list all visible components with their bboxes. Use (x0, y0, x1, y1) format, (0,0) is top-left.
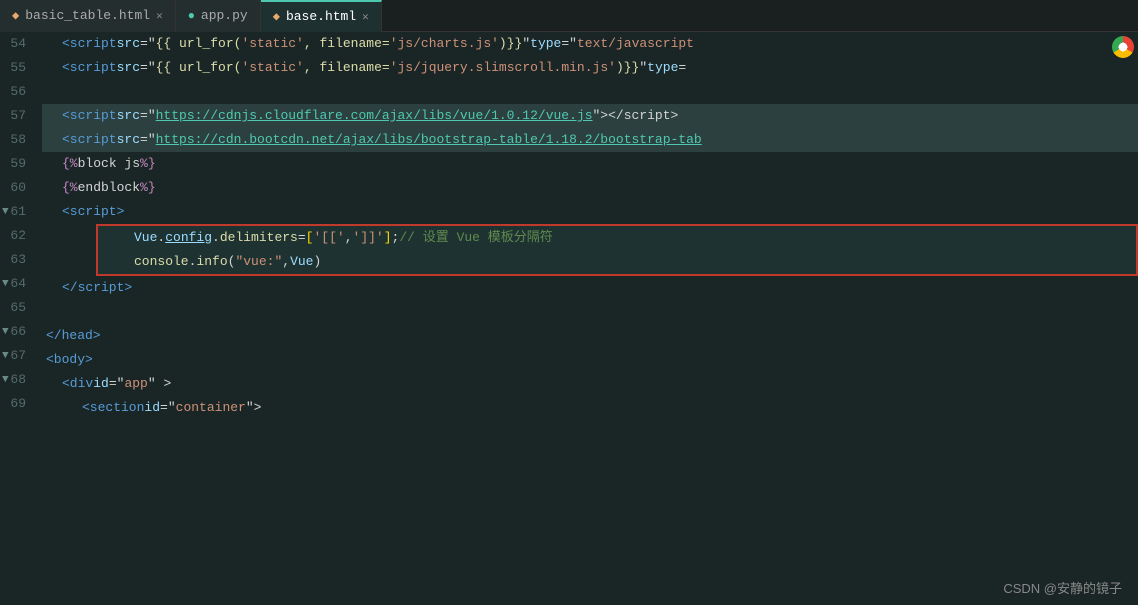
code-line-56 (42, 80, 1138, 104)
ln-65: 65 (0, 296, 34, 320)
tag-script-54: <script (62, 32, 117, 56)
code-line-63: console.info("vue:",Vue) (98, 250, 1136, 274)
highlighted-block: Vue.config.delimiters = ['[[', ']]']; //… (96, 224, 1138, 276)
html-icon: ◆ (12, 8, 19, 23)
line-numbers: 54 55 56 57 58 59 60 ▼ 61 62 63 ▼ 64 65 … (0, 32, 42, 605)
ln-57: 57 (0, 104, 34, 128)
ln-56: 56 (0, 80, 34, 104)
code-line-54: <script src="{{ url_for('static', filena… (42, 32, 1138, 56)
code-line-58: <script src="https://cdn.bootcdn.net/aja… (42, 128, 1138, 152)
tag-script-55: <script (62, 56, 117, 80)
watermark: CSDN @安静的镜子 (1003, 578, 1122, 597)
code-line-59: {% block js %} (42, 152, 1138, 176)
ln-59: 59 (0, 152, 34, 176)
ln-63: 63 (0, 248, 34, 272)
ln-66: ▼ 66 (0, 320, 34, 344)
fold-icon-68[interactable]: ▼ (2, 368, 9, 392)
code-line-64: </script> (42, 276, 1138, 300)
tab-app-label: app.py (201, 8, 248, 23)
code-line-60: {% endblock %} (42, 176, 1138, 200)
ln-61: ▼ 61 (0, 200, 34, 224)
code-line-57: <script src="https://cdnjs.cloudflare.co… (42, 104, 1138, 128)
fold-icon-66[interactable]: ▼ (2, 320, 9, 344)
code-content: <script src="{{ url_for('static', filena… (42, 32, 1138, 605)
ln-67: ▼ 67 (0, 344, 34, 368)
fold-icon-64[interactable]: ▼ (2, 272, 9, 296)
code-line-68: <div id="app" > (42, 372, 1138, 396)
code-line-69: <section id="container"> (42, 396, 1138, 420)
fold-icon-61[interactable]: ▼ (2, 200, 9, 224)
code-area: 54 55 56 57 58 59 60 ▼ 61 62 63 ▼ 64 65 … (0, 32, 1138, 605)
code-line-61: <script> (42, 200, 1138, 224)
code-line-65 (42, 300, 1138, 324)
ln-62: 62 (0, 224, 34, 248)
ln-55: 55 (0, 56, 34, 80)
editor: ◆ basic_table.html ✕ ● app.py ◆ base.htm… (0, 0, 1138, 605)
code-line-62: Vue.config.delimiters = ['[[', ']]']; //… (98, 226, 1136, 250)
html-icon-active: ◆ (273, 9, 280, 24)
tab-basic-table[interactable]: ◆ basic_table.html ✕ (0, 0, 176, 32)
code-lines: <script src="{{ url_for('static', filena… (42, 32, 1138, 420)
tab-bar: ◆ basic_table.html ✕ ● app.py ◆ base.htm… (0, 0, 1138, 32)
close-basic-tab[interactable]: ✕ (156, 9, 163, 23)
ln-58: 58 (0, 128, 34, 152)
ln-54: 54 (0, 32, 34, 56)
code-line-66: </head> (42, 324, 1138, 348)
ln-60: 60 (0, 176, 34, 200)
close-base-tab[interactable]: ✕ (362, 10, 369, 24)
tab-basic-label: basic_table.html (25, 8, 150, 23)
tab-app-py[interactable]: ● app.py (176, 0, 261, 32)
code-line-67: <body> (42, 348, 1138, 372)
chrome-icon (1112, 36, 1134, 58)
py-icon: ● (188, 9, 195, 23)
code-line-55: <script src="{{ url_for('static', filena… (42, 56, 1138, 80)
ln-68: ▼ 68 (0, 368, 34, 392)
fold-icon-67[interactable]: ▼ (2, 344, 9, 368)
tab-base-label: base.html (286, 9, 356, 24)
ln-64: ▼ 64 (0, 272, 34, 296)
tab-base-html[interactable]: ◆ base.html ✕ (261, 0, 382, 32)
ln-69: 69 (0, 392, 34, 416)
